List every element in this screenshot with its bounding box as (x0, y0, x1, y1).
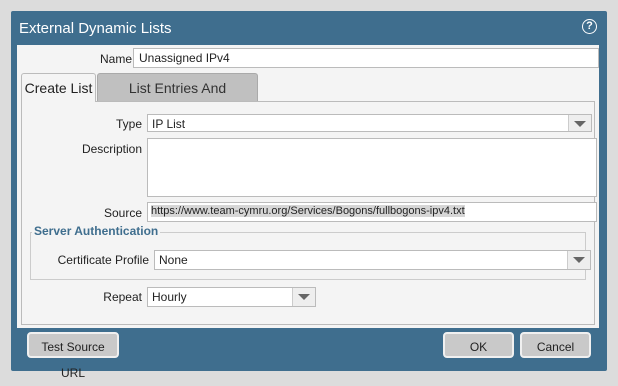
create-list-panel: Type IP List Description Source https://… (21, 101, 597, 325)
help-icon[interactable]: ? (582, 19, 597, 34)
type-select[interactable]: IP List (147, 114, 592, 132)
dialog-title: External Dynamic Lists (19, 20, 172, 37)
dialog-body: Name Unassigned IPv4 Create List List En… (17, 45, 599, 328)
server-authentication-legend: Server Authentication (32, 224, 161, 238)
chevron-down-icon[interactable] (292, 288, 315, 306)
ok-button[interactable]: OK (443, 332, 514, 358)
source-input[interactable]: https://www.team-cymru.org/Services/Bogo… (147, 202, 597, 222)
certificate-profile-select[interactable]: None (154, 250, 591, 270)
dialog-titlebar: External Dynamic Lists ? (11, 11, 607, 45)
description-textarea[interactable] (147, 138, 597, 197)
tab-create-list[interactable]: Create List (21, 73, 96, 102)
repeat-label: Repeat (103, 290, 142, 304)
tab-list-entries-and-exceptions[interactable]: List Entries And Exceptions (97, 73, 258, 124)
type-select-value: IP List (152, 117, 186, 131)
name-label: Name (99, 52, 132, 66)
certificate-profile-label: Certificate Profile (57, 253, 149, 267)
name-input[interactable]: Unassigned IPv4 (133, 48, 599, 68)
repeat-value: Hourly (152, 290, 187, 304)
chevron-down-icon[interactable] (568, 115, 591, 131)
certificate-profile-value: None (159, 253, 188, 267)
type-label: Type (115, 117, 142, 131)
test-source-url-button[interactable]: Test Source URL (27, 332, 119, 380)
cancel-button[interactable]: Cancel (520, 332, 591, 358)
chevron-down-icon[interactable] (567, 251, 590, 269)
source-url-text: https://www.team-cymru.org/Services/Bogo… (151, 205, 465, 217)
description-label: Description (81, 142, 142, 156)
repeat-select[interactable]: Hourly (147, 287, 316, 307)
source-label: Source (103, 206, 142, 220)
external-dynamic-lists-dialog: External Dynamic Lists ? Name Unassigned… (11, 11, 607, 380)
